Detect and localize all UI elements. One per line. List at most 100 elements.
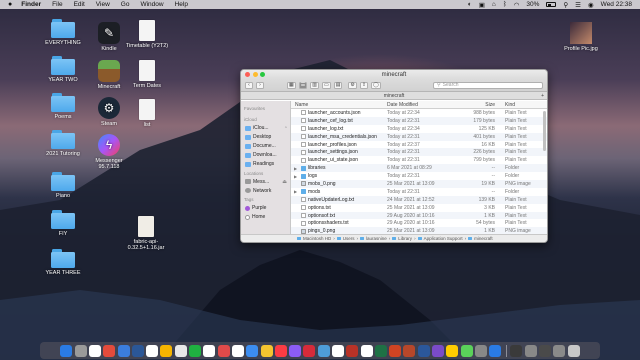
disclosure-triangle-icon[interactable]: ▶ [294,174,299,179]
file-row[interactable]: launcher_cef_log.txt Today at 22:31 179 by… [291,116,547,125]
spotlight-search-icon[interactable]: ⚲ [563,1,568,9]
dock-app-icon[interactable] [510,344,523,357]
sidebar-item-downloads[interactable]: Downloa... [243,151,290,160]
sidebar-item-tag-purple[interactable]: Purple [243,204,290,213]
share-button[interactable]: ⇪ [359,81,369,89]
status-icon[interactable]: ⌂ [492,1,496,8]
sidebar-item-icloud-drive[interactable]: iClou... ◔ [243,124,290,133]
search-input[interactable]: ⚲ Search [433,81,543,89]
dock-app-icon[interactable] [131,344,144,357]
back-button[interactable]: ‹ [245,81,253,89]
desktop-jar-file[interactable]: fabric-api-0.32.5+1.16.jar [116,216,176,251]
menubar-clock[interactable]: Wed 22:38 [601,1,632,8]
sidebar-item-messenger-volume[interactable]: Mess... ⏏ [243,177,290,186]
dock-app-icon[interactable] [474,344,487,357]
dock-app-icon[interactable] [217,344,230,357]
dock-app-icon[interactable] [567,344,580,357]
battery-icon[interactable] [546,2,557,7]
dock-app-icon[interactable] [360,344,373,357]
file-row[interactable]: mobs_0.png 25 Mar 2021 at 13:09 19 KB PNG i… [291,180,547,188]
tab-title[interactable]: minecraft [384,93,405,99]
column-header-date[interactable]: Date Modified [387,102,461,108]
file-row[interactable]: optionsshaders.txt 29 Aug 2020 at 10:16 54… [291,219,547,227]
desktop-document[interactable]: list [122,99,172,128]
dock-app-icon[interactable] [260,344,273,357]
file-row[interactable]: launcher_settings.json Today at 22:31 226 … [291,148,547,157]
desktop-folder[interactable]: 2021 Tutoring [38,130,88,157]
dock-app-icon[interactable] [374,344,387,357]
file-row[interactable]: launcher_ui_state.json Today at 22:31 799 … [291,156,547,164]
file-row[interactable]: launcher_accounts.json Today at 22:34 988 … [291,109,547,117]
apple-menu-icon[interactable]: ● [8,1,12,8]
dock-app-icon[interactable] [189,344,202,357]
file-row[interactable]: launcher_profiles.json Today at 22:37 16 K… [291,141,547,149]
status-icon[interactable]: ▣ [479,1,485,9]
column-header-kind[interactable]: Kind [501,102,547,108]
path-segment[interactable]: Users [343,236,355,241]
path-segment[interactable]: minecraft [474,236,493,241]
dock-app-icon[interactable] [553,344,566,357]
column-header-name[interactable]: Name [291,102,387,108]
column-header-size[interactable]: Size [461,102,501,108]
dock-app-icon[interactable] [103,344,116,357]
desktop-document[interactable]: Term Dates [122,60,172,89]
dock-app-icon[interactable] [74,344,87,357]
path-segment[interactable]: Macintosh HD [303,236,331,241]
file-row[interactable]: launcher_msa_credentials.json Today at 22… [291,132,547,141]
dock-app-icon[interactable] [274,344,287,357]
close-window-button[interactable] [245,72,250,77]
tag-button[interactable]: ◯ [371,81,381,89]
desktop-folder[interactable]: EVERYTHING [38,19,88,46]
dock-app-icon[interactable] [432,344,445,357]
control-center-icon[interactable]: ☰ [575,1,581,9]
sidebar-item-desktop[interactable]: Desktop [243,133,290,142]
dock-app-icon[interactable] [303,344,316,357]
sidebar-item-documents[interactable]: Docume... [243,142,290,151]
menu-file[interactable]: File [52,1,62,8]
finder-titlebar[interactable]: minecraft [241,70,547,79]
sidebar-item-readings[interactable]: Readings [243,160,290,169]
dock-app-icon[interactable] [403,344,416,357]
siri-icon[interactable]: ◉ [588,1,594,9]
battery-percent[interactable]: 30% [526,1,539,8]
menu-edit[interactable]: Edit [74,1,85,8]
desktop-folder[interactable]: Poems [38,93,88,120]
bluetooth-icon[interactable]: ᛒ [503,1,507,8]
file-row[interactable]: nativeUpdaterLog.txt 24 Mar 2021 at 12:52… [291,195,547,204]
dock-app-icon[interactable] [417,344,430,357]
status-icon[interactable]: ◐ [468,1,472,8]
dock-app-icon[interactable] [539,344,552,357]
dock-app-icon[interactable] [174,344,187,357]
wifi-icon[interactable]: ◠ [514,1,520,9]
desktop-app-messenger[interactable]: ϟ Messenger 95.7.118 [84,134,134,170]
menu-window[interactable]: Window [140,1,163,8]
menu-view[interactable]: View [96,1,110,8]
zoom-window-button[interactable] [260,72,265,77]
new-tab-button[interactable]: + [541,93,544,99]
path-segment[interactable]: laurasnine [366,236,387,241]
icon-view-button[interactable]: ▦ [287,81,296,89]
column-view-button[interactable]: ▥ [310,81,319,89]
dock-app-icon[interactable] [460,344,473,357]
disclosure-triangle-icon[interactable]: ▶ [294,166,299,171]
desktop-folder[interactable]: FIY [38,210,88,237]
path-segment[interactable]: Library [398,236,412,241]
file-row[interactable]: launcher_log.txt Today at 22:34 125 KB Plai… [291,125,547,133]
file-list[interactable]: Name Date Modified Size Kind launcher_ac… [291,101,547,234]
path-segment[interactable]: Application Support [424,236,463,241]
menu-finder[interactable]: Finder [21,1,41,8]
dock-app-icon[interactable] [332,344,344,357]
dock-app-icon[interactable] [346,344,359,357]
dock-app-icon[interactable] [524,344,537,357]
forward-button[interactable]: › [256,81,264,89]
file-row[interactable]: options.txt 25 Mar 2021 at 13:09 3 KB Plain… [291,204,547,212]
desktop-folder[interactable]: YEAR TWO [38,56,88,83]
menu-help[interactable]: Help [175,1,188,8]
sidebar-item-tag-home[interactable]: Home [243,213,290,222]
dock-app-icon[interactable] [389,344,402,357]
dock-app-icon[interactable] [160,344,173,357]
group-button[interactable]: ▤ [333,81,343,89]
dock-app-icon[interactable] [446,344,459,357]
menu-go[interactable]: Go [121,1,130,8]
eject-icon[interactable]: ⏏ [282,179,287,185]
